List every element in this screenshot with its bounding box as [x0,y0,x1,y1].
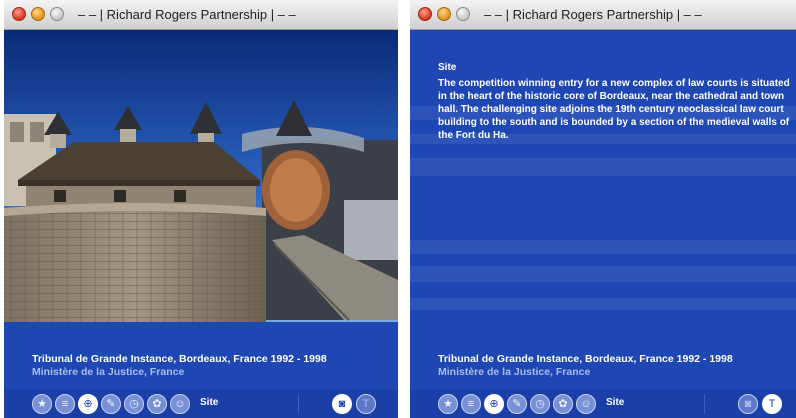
text-view-button[interactable]: T [762,394,782,414]
bottom-toolbar: ★ ≡ ⊕ ✎ ◷ ✿ ☺ Site ◙ T [4,390,398,418]
flower-icon[interactable]: ✿ [553,394,573,414]
background-stripe [410,240,796,254]
window-photo-view: – – | Richard Rogers Partnership | – – T… [4,0,398,418]
clock-icon[interactable]: ◷ [124,394,144,414]
pen-icon[interactable]: ✎ [101,394,121,414]
section-label: Site [606,397,625,408]
toolbar-divider [704,394,705,414]
people-icon[interactable]: ☺ [576,394,596,414]
project-client: Ministère de la Justice, France [32,366,185,378]
star-icon[interactable]: ★ [438,394,458,414]
camera-icon[interactable]: ◙ [738,394,758,414]
crosshair-icon[interactable]: ⊕ [484,394,504,414]
close-button[interactable] [12,7,26,21]
text-view-button[interactable]: T [356,394,376,414]
crosshair-icon[interactable]: ⊕ [78,394,98,414]
project-title: Tribunal de Grande Instance, Bordeaux, F… [438,353,733,365]
background-stripe [410,158,796,176]
title-bar[interactable]: – – | Richard Rogers Partnership | – – [410,0,796,30]
minimize-button[interactable] [31,7,45,21]
title-bar[interactable]: – – | Richard Rogers Partnership | – – [4,0,398,30]
minimize-button[interactable] [437,7,451,21]
project-title: Tribunal de Grande Instance, Bordeaux, F… [32,353,327,365]
section-label: Site [200,397,219,408]
building-photo [4,30,398,322]
pen-icon[interactable]: ✎ [507,394,527,414]
window-title: – – | Richard Rogers Partnership | – – [78,7,296,22]
background-stripe [410,266,796,282]
list-icon[interactable]: ≡ [461,394,481,414]
building-photo-illustration [4,30,398,322]
zoom-button[interactable] [50,7,64,21]
text-panel [410,30,796,322]
list-icon[interactable]: ≡ [55,394,75,414]
section-description: The competition winning entry for a new … [438,78,790,141]
window-title: – – | Richard Rogers Partnership | – – [484,7,702,22]
camera-icon[interactable]: ◙ [332,394,352,414]
project-caption: Tribunal de Grande Instance, Bordeaux, F… [438,353,796,378]
bottom-toolbar: ★ ≡ ⊕ ✎ ◷ ✿ ☺ Site ◙ T [410,390,796,418]
close-button[interactable] [418,7,432,21]
section-heading: Site [438,62,457,73]
window-text-view: – – | Richard Rogers Partnership | – – S… [410,0,796,418]
zoom-button[interactable] [456,7,470,21]
clock-icon[interactable]: ◷ [530,394,550,414]
toolbar-divider [298,394,299,414]
project-client: Ministère de la Justice, France [438,366,591,378]
background-stripe [410,298,796,310]
project-caption: Tribunal de Grande Instance, Bordeaux, F… [32,353,392,378]
flower-icon[interactable]: ✿ [147,394,167,414]
star-icon[interactable]: ★ [32,394,52,414]
people-icon[interactable]: ☺ [170,394,190,414]
